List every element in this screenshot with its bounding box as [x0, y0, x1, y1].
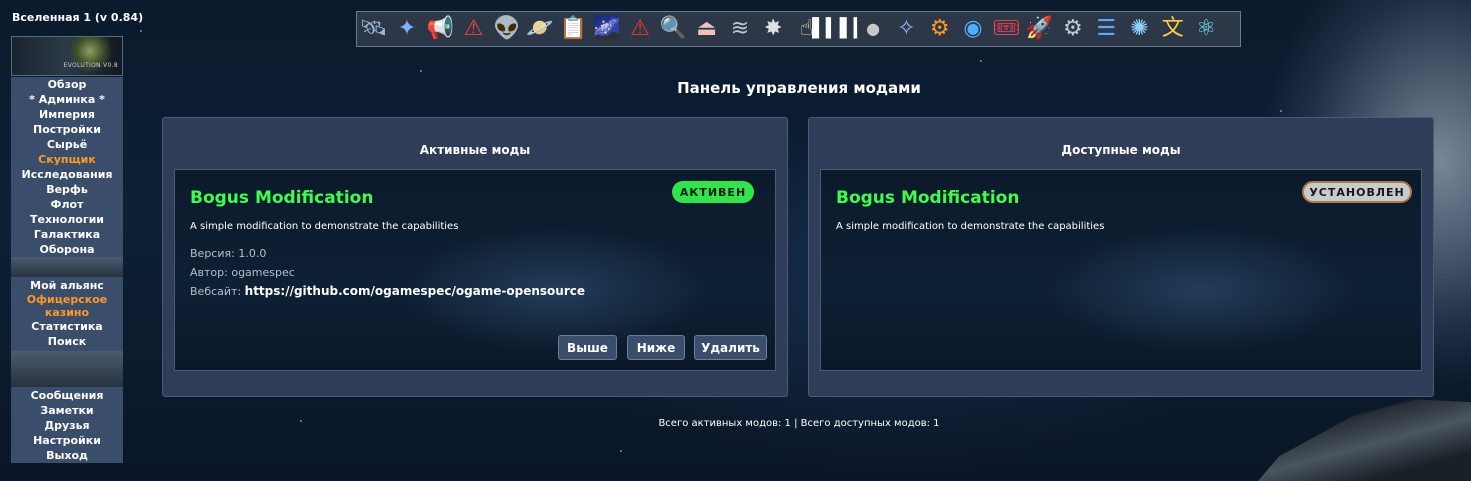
clipboard-icon[interactable]: 📋 [557, 12, 590, 46]
mods-summary: Всего активных модов: 1 | Всего доступны… [658, 418, 940, 429]
active-mods-panel: Активные моды Bogus Modification АКТИВЕН… [162, 117, 788, 397]
author-label: Автор: [190, 266, 228, 279]
translate-icon[interactable]: 文 [1156, 12, 1189, 46]
menu-item-merchant[interactable]: Скупщик [38, 152, 96, 167]
database-icon[interactable]: ☰ [1090, 12, 1123, 46]
menu-item-notes[interactable]: Заметки [40, 403, 93, 418]
ticket-icon[interactable]: 🎟 [990, 12, 1023, 46]
atom-icon[interactable]: ⚛ [1189, 12, 1222, 46]
page-title: Панель управления модами [677, 79, 921, 97]
mod-description: A simple modification to demonstrate the… [836, 221, 1105, 232]
menu-divider [11, 257, 123, 277]
menu-item-galaxy[interactable]: Галактика [34, 227, 100, 242]
menu-item-logout[interactable]: Выход [46, 448, 88, 463]
move-down-button[interactable]: Ниже [627, 335, 685, 360]
active-mod-card: Bogus Modification АКТИВЕН A simple modi… [174, 169, 776, 371]
universe-label: Вселенная 1 (v 0.84) [12, 11, 143, 24]
available-mod-card[interactable]: Bogus Modification УСТАНОВЛЕН A simple m… [820, 169, 1422, 371]
bot-icon[interactable]: ● [856, 12, 889, 46]
version-value: 1.0.0 [238, 247, 267, 260]
logo-text: EVOLUTION V0.8 [63, 62, 118, 69]
menu-item-search[interactable]: Поиск [48, 334, 86, 349]
website-link[interactable]: https://github.com/ogamespec/ogame-opens… [245, 284, 585, 298]
magnifier-icon[interactable]: 🔍 [657, 12, 690, 46]
star [140, 30, 142, 32]
compass-icon[interactable]: ✦ [390, 12, 423, 46]
alien-icon[interactable]: 👽 [490, 12, 523, 46]
planet-icon[interactable]: 🪐 [523, 12, 556, 46]
menu-item-buildings[interactable]: Постройки [33, 122, 101, 137]
move-up-button[interactable]: Выше [558, 335, 617, 360]
wifi-icon[interactable]: ≋ [723, 12, 756, 46]
star [980, 60, 982, 62]
mod-author: Автор: ogamespec [190, 266, 295, 279]
main-menu: Обзор * Админка * Империя Постройки Сырь… [11, 77, 123, 257]
spaceship-decoration [1258, 398, 1471, 481]
gear-orange-icon[interactable]: ⚙ [923, 12, 956, 46]
delete-button[interactable]: Удалить [694, 335, 767, 360]
teleporter-icon[interactable]: ⏏ [690, 12, 723, 46]
starfield-icon[interactable]: ✧ [890, 12, 923, 46]
menu-item-defense[interactable]: Оборона [39, 242, 94, 257]
menu-divider [11, 351, 123, 387]
satellite-icon[interactable]: 🛰 [357, 12, 390, 46]
barcode-icon[interactable]: ▌▍▌▎ [812, 12, 867, 46]
mod-version: Версия: 1.0.0 [190, 247, 266, 260]
alert-icon[interactable]: ⚠ [623, 12, 656, 46]
universe-name: Вселенная 1 [12, 11, 92, 24]
menu-item-settings[interactable]: Настройки [33, 433, 101, 448]
galaxy-icon[interactable]: 🌌 [590, 12, 623, 46]
rocket-icon[interactable]: 🚀 [1023, 12, 1056, 46]
star [420, 70, 422, 72]
menu-item-messages[interactable]: Сообщения [31, 388, 104, 403]
menu-item-resources[interactable]: Сырьё [47, 137, 87, 152]
status-badge-active: АКТИВЕН [672, 181, 754, 203]
version-label: (v 0.84) [94, 11, 144, 24]
active-mods-title: Активные моды [419, 143, 531, 157]
mod-description: A simple modification to demonstrate the… [190, 221, 459, 232]
mod-name: Bogus Modification [190, 188, 374, 208]
megaphone-icon[interactable]: 📢 [424, 12, 457, 46]
mod-website: Вебсайт: https://github.com/ogamespec/og… [190, 284, 585, 298]
menu-item-technology[interactable]: Технологии [30, 212, 104, 227]
menu-item-officer-casino[interactable]: Офицерское казино [22, 293, 112, 319]
menu-item-research[interactable]: Исследования [22, 167, 113, 182]
available-mods-panel: Доступные моды Bogus Modification УСТАНО… [808, 117, 1434, 397]
star [620, 450, 622, 452]
menu-item-shipyard[interactable]: Верфь [46, 182, 88, 197]
author-value: ogamespec [231, 266, 295, 279]
menu-item-alliance[interactable]: Мой альянс [30, 278, 104, 293]
menu-item-fleet[interactable]: Флот [51, 197, 84, 212]
neural-brain-icon[interactable]: ◉ [956, 12, 989, 46]
network-icon[interactable]: ✺ [1123, 12, 1156, 46]
available-mods-title: Доступные моды [1061, 143, 1181, 157]
website-label: Вебсайт: [190, 285, 242, 298]
menu-item-statistics[interactable]: Статистика [31, 319, 102, 334]
settings-check-icon[interactable]: ⚙ [1056, 12, 1089, 46]
game-logo[interactable]: EVOLUTION V0.8 [11, 36, 123, 76]
explosion-icon[interactable]: ✸ [757, 12, 790, 46]
social-menu: Мой альянс Офицерское казино Статистика … [11, 277, 123, 351]
warning-hand-icon[interactable]: ⚠ [457, 12, 490, 46]
status-badge-installed: УСТАНОВЛЕН [1302, 181, 1412, 203]
mod-name: Bogus Modification [836, 188, 1020, 208]
version-label: Версия: [190, 247, 235, 260]
menu-item-empire[interactable]: Империя [39, 107, 95, 122]
star [1280, 110, 1282, 112]
admin-toolbar: 🛰 ✦ 📢 ⚠ 👽 🪐 📋 🌌 ⚠ 🔍 ⏏ ≋ ✸ ☝ ▌▍▌▎ ● ✧ ⚙ ◉… [356, 11, 1241, 47]
